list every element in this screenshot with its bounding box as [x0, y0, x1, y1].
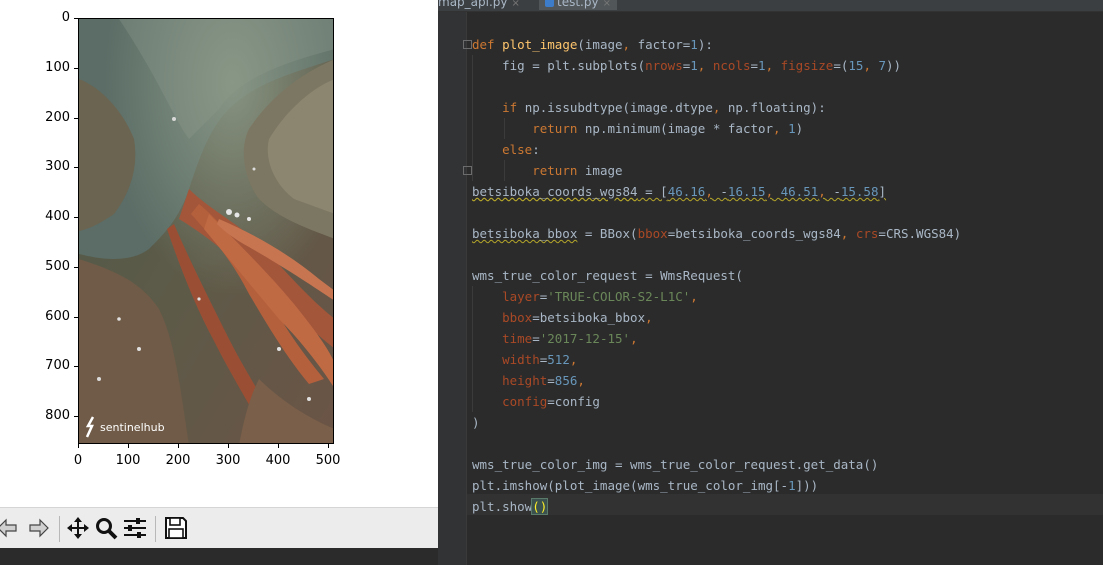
code-line[interactable]: wms_true_color_img = wms_true_color_requ… — [472, 454, 961, 475]
x-tick-label: 100 — [115, 453, 141, 468]
zoom-button[interactable] — [93, 514, 119, 542]
y-tick-mark — [74, 167, 78, 168]
y-tick-label: 500 — [45, 259, 70, 274]
code-line[interactable]: config=config — [472, 391, 961, 412]
code-line[interactable]: plt.show() — [472, 496, 961, 517]
code-line[interactable]: bbox=betsiboka_bbox, — [472, 307, 961, 328]
x-tick-mark — [78, 444, 79, 448]
save-icon — [165, 517, 187, 539]
code-line[interactable]: betsiboka_coords_wgs84 = [46.16, -16.15,… — [472, 181, 961, 202]
code-line[interactable]: height=856, — [472, 370, 961, 391]
x-tick-label: 500 — [315, 453, 341, 468]
code-editor[interactable]: def plot_image(image, factor=1): fig = p… — [472, 34, 961, 517]
x-tick-label: 200 — [165, 453, 191, 468]
y-tick-label: 700 — [45, 358, 70, 373]
code-line[interactable]: return image — [472, 160, 961, 181]
y-tick-mark — [74, 118, 78, 119]
back-button[interactable] — [0, 514, 20, 542]
y-tick-label: 0 — [61, 10, 70, 25]
x-tick-mark — [178, 444, 179, 448]
toolbar-separator — [59, 516, 60, 542]
editor-gutter — [438, 12, 467, 565]
x-tick-label: 300 — [215, 453, 241, 468]
zoom-icon — [96, 518, 118, 540]
code-line[interactable]: def plot_image(image, factor=1): — [472, 34, 961, 55]
close-icon[interactable]: × — [603, 0, 611, 9]
x-tick-mark — [128, 444, 129, 448]
code-line[interactable]: time='2017-12-15', — [472, 328, 961, 349]
y-tick-label: 100 — [45, 60, 70, 75]
y-tick-mark — [74, 68, 78, 69]
python-file-icon — [545, 0, 554, 7]
forward-button[interactable] — [26, 514, 52, 542]
image-axes[interactable]: sentinelhub — [78, 18, 334, 444]
y-tick-label: 400 — [45, 209, 70, 224]
y-tick-mark — [74, 366, 78, 367]
x-tick-label: 0 — [73, 453, 83, 468]
y-tick-mark — [74, 416, 78, 417]
tab-label: map_api.py — [438, 0, 508, 9]
editor-tab-bar: map_api.py × test.py × — [438, 0, 1103, 12]
code-line[interactable] — [472, 433, 961, 454]
code-line[interactable] — [472, 76, 961, 97]
satellite-image — [79, 19, 333, 443]
x-tick-mark — [278, 444, 279, 448]
toolbar-separator — [155, 516, 156, 542]
code-line[interactable]: layer='TRUE-COLOR-S2-L1C', — [472, 286, 961, 307]
tab-label: test.py — [557, 0, 599, 9]
y-tick-mark — [74, 217, 78, 218]
fold-marker-icon[interactable] — [463, 166, 472, 175]
x-tick-mark — [328, 444, 329, 448]
plot-toolbar — [0, 507, 438, 549]
watermark-text: sentinelhub — [100, 420, 165, 434]
y-tick-mark — [74, 317, 78, 318]
y-tick-mark — [74, 267, 78, 268]
code-line[interactable] — [472, 244, 961, 265]
x-tick-label: 400 — [265, 453, 291, 468]
window-bottom-strip — [0, 548, 438, 565]
pan-button[interactable] — [65, 514, 91, 542]
code-line[interactable]: wms_true_color_request = WmsRequest( — [472, 265, 961, 286]
code-line[interactable]: plt.imshow(plot_image(wms_true_color_img… — [472, 475, 961, 496]
tab-test[interactable]: test.py × — [539, 0, 617, 10]
fold-marker-icon[interactable] — [463, 40, 472, 49]
code-line[interactable]: if np.issubdtype(image.dtype, np.floatin… — [472, 97, 961, 118]
back-icon — [0, 518, 17, 538]
code-line[interactable]: fig = plt.subplots(nrows=1, ncols=1, fig… — [472, 55, 961, 76]
save-button[interactable] — [163, 514, 189, 542]
y-tick-label: 200 — [45, 110, 70, 125]
code-line[interactable]: ) — [472, 412, 961, 433]
close-icon[interactable]: × — [512, 0, 520, 9]
forward-icon — [29, 518, 49, 538]
y-tick-mark — [74, 18, 78, 19]
code-line[interactable]: return np.minimum(image * factor, 1) — [472, 118, 961, 139]
pan-icon — [67, 517, 89, 539]
code-line[interactable]: else: — [472, 139, 961, 160]
y-tick-label: 800 — [45, 408, 70, 423]
configure-subplots-button[interactable] — [122, 514, 148, 542]
code-line[interactable]: betsiboka_bbox = BBox(bbox=betsiboka_coo… — [472, 223, 961, 244]
matplotlib-figure-window: sentinelhub 0 100 200 300 400 500 600 700 800 0 1… — [0, 0, 438, 549]
tab-map-api[interactable]: map_api.py × — [438, 0, 520, 10]
x-tick-mark — [228, 444, 229, 448]
configure-subplots-icon — [124, 518, 146, 538]
sentinelhub-logo-icon — [85, 416, 95, 438]
y-tick-label: 300 — [45, 159, 70, 174]
sentinelhub-watermark: sentinelhub — [85, 416, 165, 438]
y-tick-label: 600 — [45, 309, 70, 324]
code-line[interactable] — [472, 202, 961, 223]
code-line[interactable]: width=512, — [472, 349, 961, 370]
